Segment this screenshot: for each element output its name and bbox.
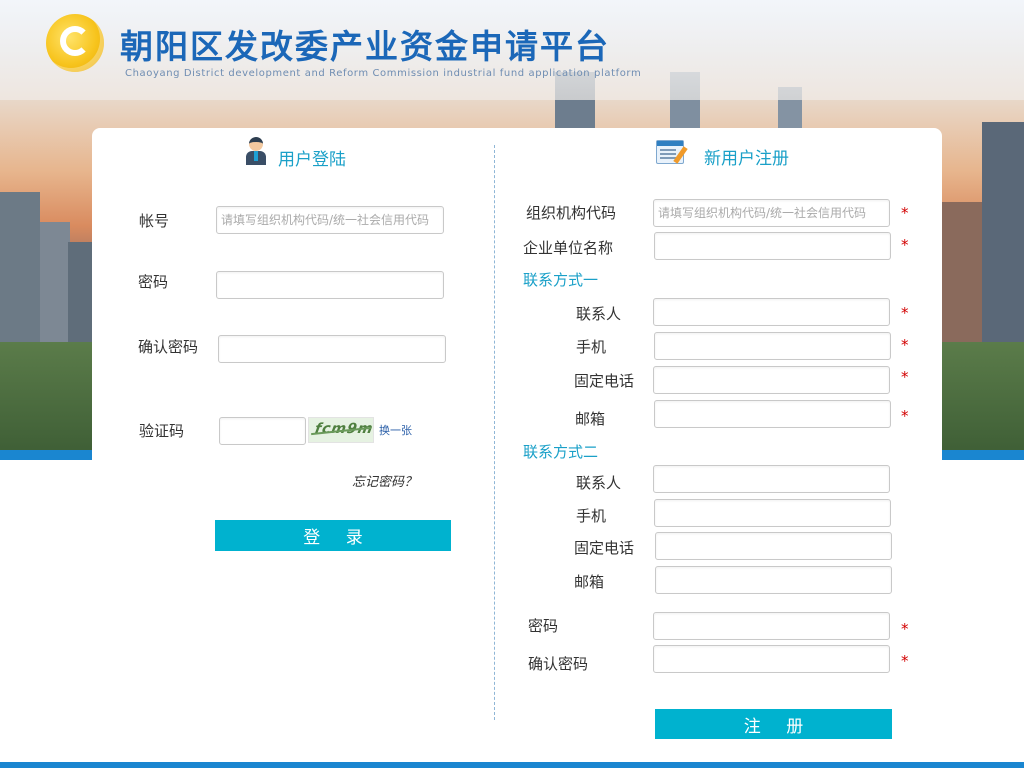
account-label: 帐号 — [139, 212, 170, 230]
panel-divider — [494, 145, 495, 720]
contact1-person-input[interactable] — [653, 298, 890, 326]
register-password-label: 密码 — [528, 617, 559, 635]
contact1-phone-label: 固定电话 — [574, 372, 635, 390]
logo — [46, 14, 104, 72]
site-title: 朝阳区发改委产业资金申请平台 — [120, 27, 610, 66]
contact1-mobile-input[interactable] — [654, 332, 891, 360]
contact1-email-input[interactable] — [654, 400, 891, 428]
required-mark: * — [901, 620, 909, 638]
org-code-input[interactable] — [653, 199, 890, 227]
contact2-mobile-input[interactable] — [654, 499, 891, 527]
company-name-input[interactable] — [654, 232, 891, 260]
contact2-email-input[interactable] — [655, 566, 892, 594]
confirm-password-label: 确认密码 — [138, 338, 199, 356]
contact2-phone-input[interactable] — [655, 532, 892, 560]
register-heading: 新用户注册 — [704, 149, 789, 169]
password-label: 密码 — [138, 273, 169, 291]
contact1-email-label: 邮箱 — [575, 410, 606, 428]
required-mark: * — [901, 304, 909, 322]
bottom-blue-band — [0, 762, 1024, 768]
login-heading: 用户登陆 — [278, 150, 346, 170]
contact1-person-label: 联系人 — [576, 305, 622, 323]
captcha-input[interactable] — [219, 417, 306, 445]
register-confirm-label: 确认密码 — [528, 655, 589, 673]
register-password-input[interactable] — [653, 612, 890, 640]
contact2-phone-label: 固定电话 — [574, 539, 635, 557]
contact1-heading: 联系方式一 — [523, 271, 599, 289]
register-button[interactable]: 注 册 — [655, 709, 892, 739]
captcha-refresh-link[interactable]: 换一张 — [379, 422, 412, 438]
company-name-label: 企业单位名称 — [523, 239, 614, 257]
required-mark: * — [901, 336, 909, 354]
contact2-email-label: 邮箱 — [574, 573, 605, 591]
contact1-mobile-label: 手机 — [576, 338, 607, 356]
captcha-label: 验证码 — [139, 422, 185, 440]
contact2-mobile-label: 手机 — [576, 507, 607, 525]
password-input[interactable] — [216, 271, 444, 299]
required-mark: * — [901, 236, 909, 254]
required-mark: * — [901, 407, 909, 425]
contact2-person-label: 联系人 — [576, 474, 622, 492]
org-code-label: 组织机构代码 — [526, 204, 617, 222]
register-confirm-input[interactable] — [653, 645, 890, 673]
contact2-heading: 联系方式二 — [523, 443, 599, 461]
confirm-password-input[interactable] — [218, 335, 446, 363]
required-mark: * — [901, 652, 909, 670]
required-mark: * — [901, 368, 909, 386]
register-form-icon — [656, 140, 690, 166]
account-input[interactable] — [216, 206, 444, 234]
site-subtitle: Chaoyang District development and Reform… — [125, 68, 642, 79]
login-button[interactable]: 登 录 — [215, 520, 451, 551]
forgot-password-link[interactable]: 忘记密码？ — [352, 471, 417, 490]
required-mark: * — [901, 204, 909, 222]
contact1-phone-input[interactable] — [653, 366, 890, 394]
captcha-image[interactable]: fcm9m — [308, 417, 374, 443]
contact2-person-input[interactable] — [653, 465, 890, 493]
user-icon — [246, 137, 266, 165]
